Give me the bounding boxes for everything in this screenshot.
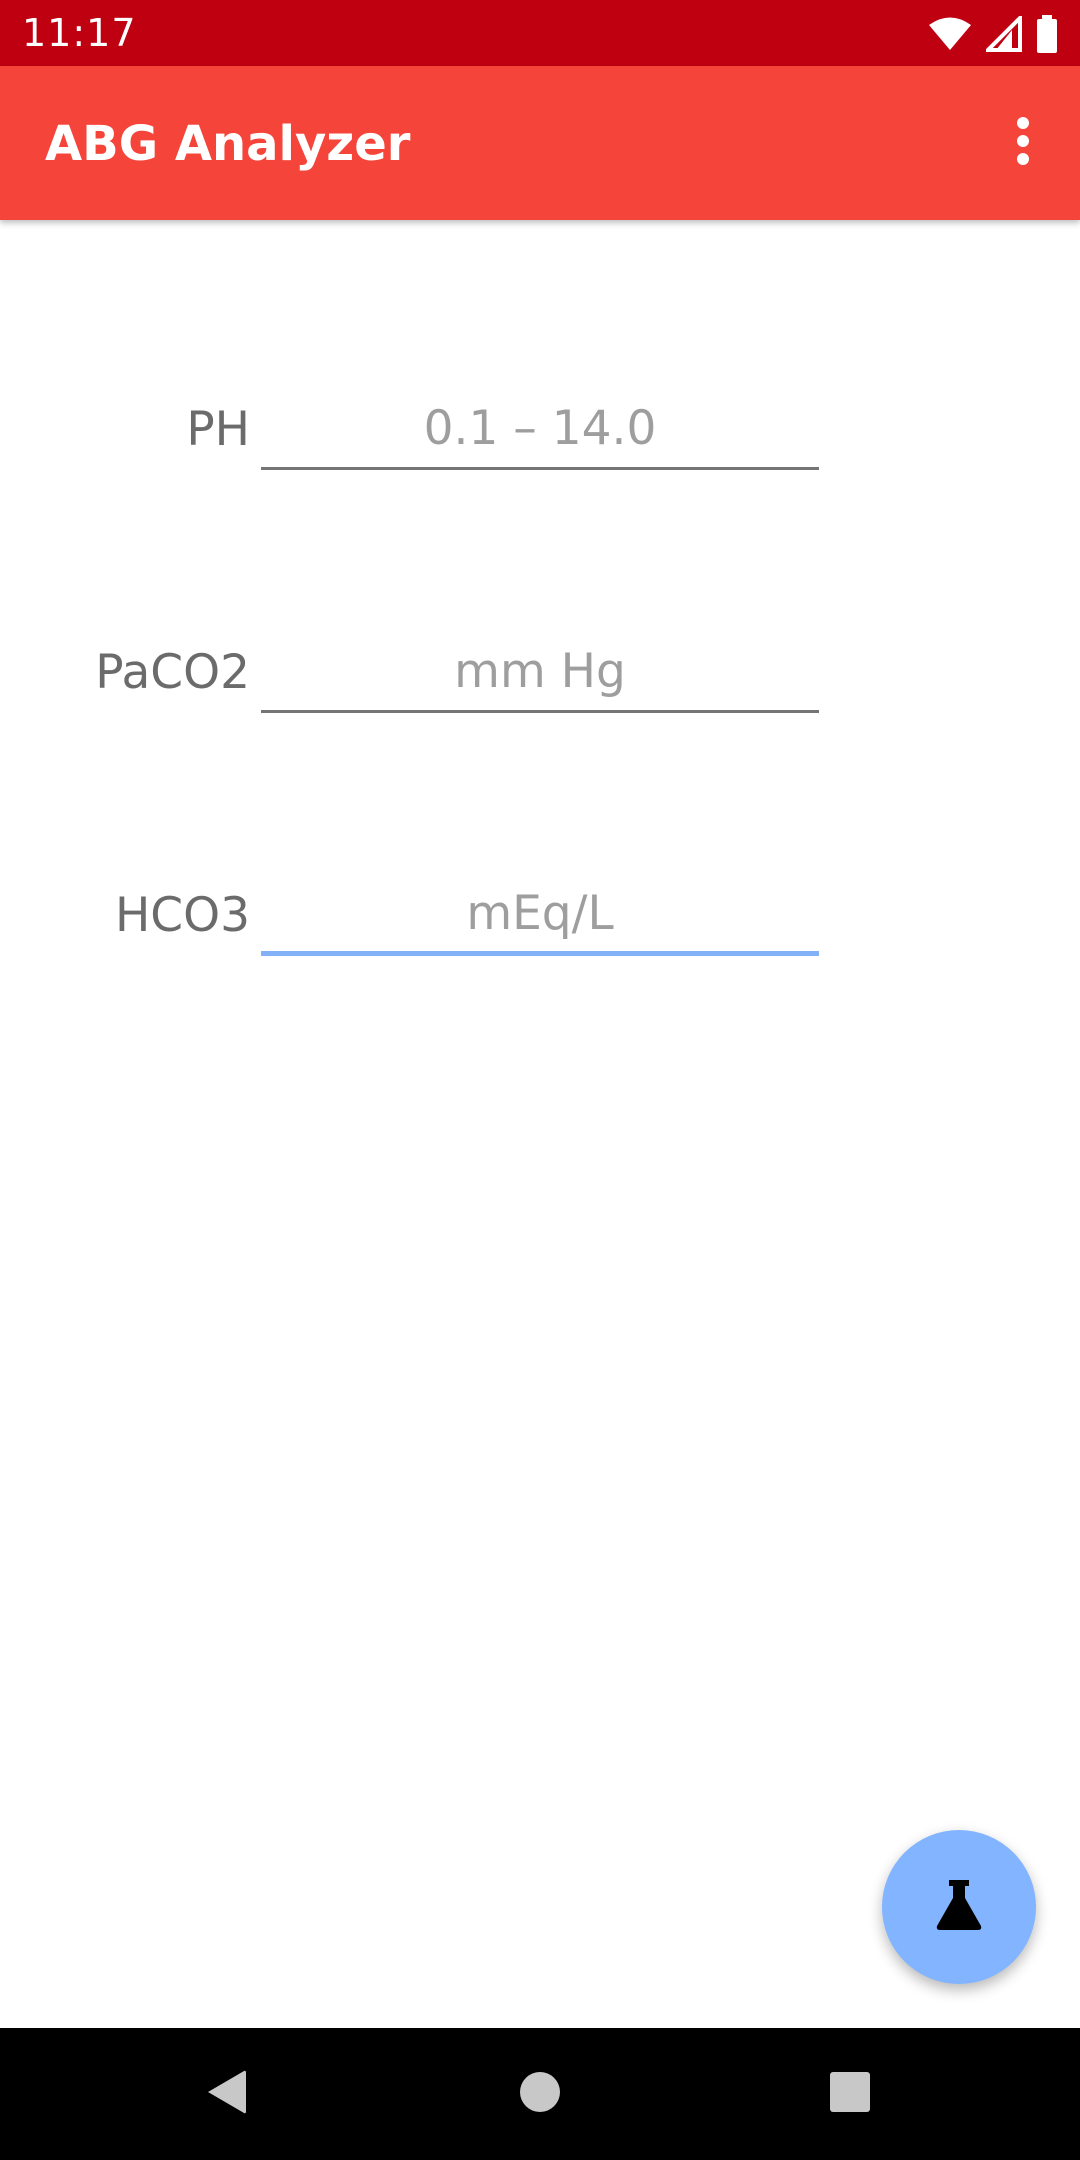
analyze-fab-button[interactable] (882, 1830, 1036, 1984)
paco2-row: PaCO2 (0, 623, 1080, 733)
navigation-bar (0, 2028, 1080, 2160)
battery-icon (1036, 15, 1058, 53)
recents-button[interactable] (784, 2028, 916, 2160)
hco3-label: HCO3 (114, 888, 250, 943)
overflow-menu-button[interactable] (986, 106, 1060, 180)
recents-icon (829, 2071, 871, 2117)
hco3-input[interactable] (261, 876, 819, 956)
paco2-label: PaCO2 (95, 645, 250, 700)
back-button[interactable] (160, 2028, 292, 2160)
home-icon (519, 2071, 561, 2117)
app-title: ABG Analyzer (45, 116, 411, 172)
cell-signal-icon (986, 16, 1022, 52)
ph-input[interactable] (261, 390, 819, 470)
more-vert-icon (1016, 117, 1030, 169)
flask-icon (935, 1880, 983, 1934)
hco3-row: HCO3 (0, 866, 1080, 976)
wifi-icon (928, 16, 972, 52)
ph-label: PH (186, 402, 250, 457)
ph-row: PH (0, 380, 1080, 490)
status-icons (928, 14, 1058, 54)
status-time: 11:17 (22, 11, 137, 55)
paco2-input[interactable] (261, 633, 819, 713)
home-button[interactable] (474, 2028, 606, 2160)
status-bar: 11:17 (0, 0, 1080, 66)
app-bar: ABG Analyzer (0, 66, 1080, 220)
back-icon (204, 2068, 248, 2120)
